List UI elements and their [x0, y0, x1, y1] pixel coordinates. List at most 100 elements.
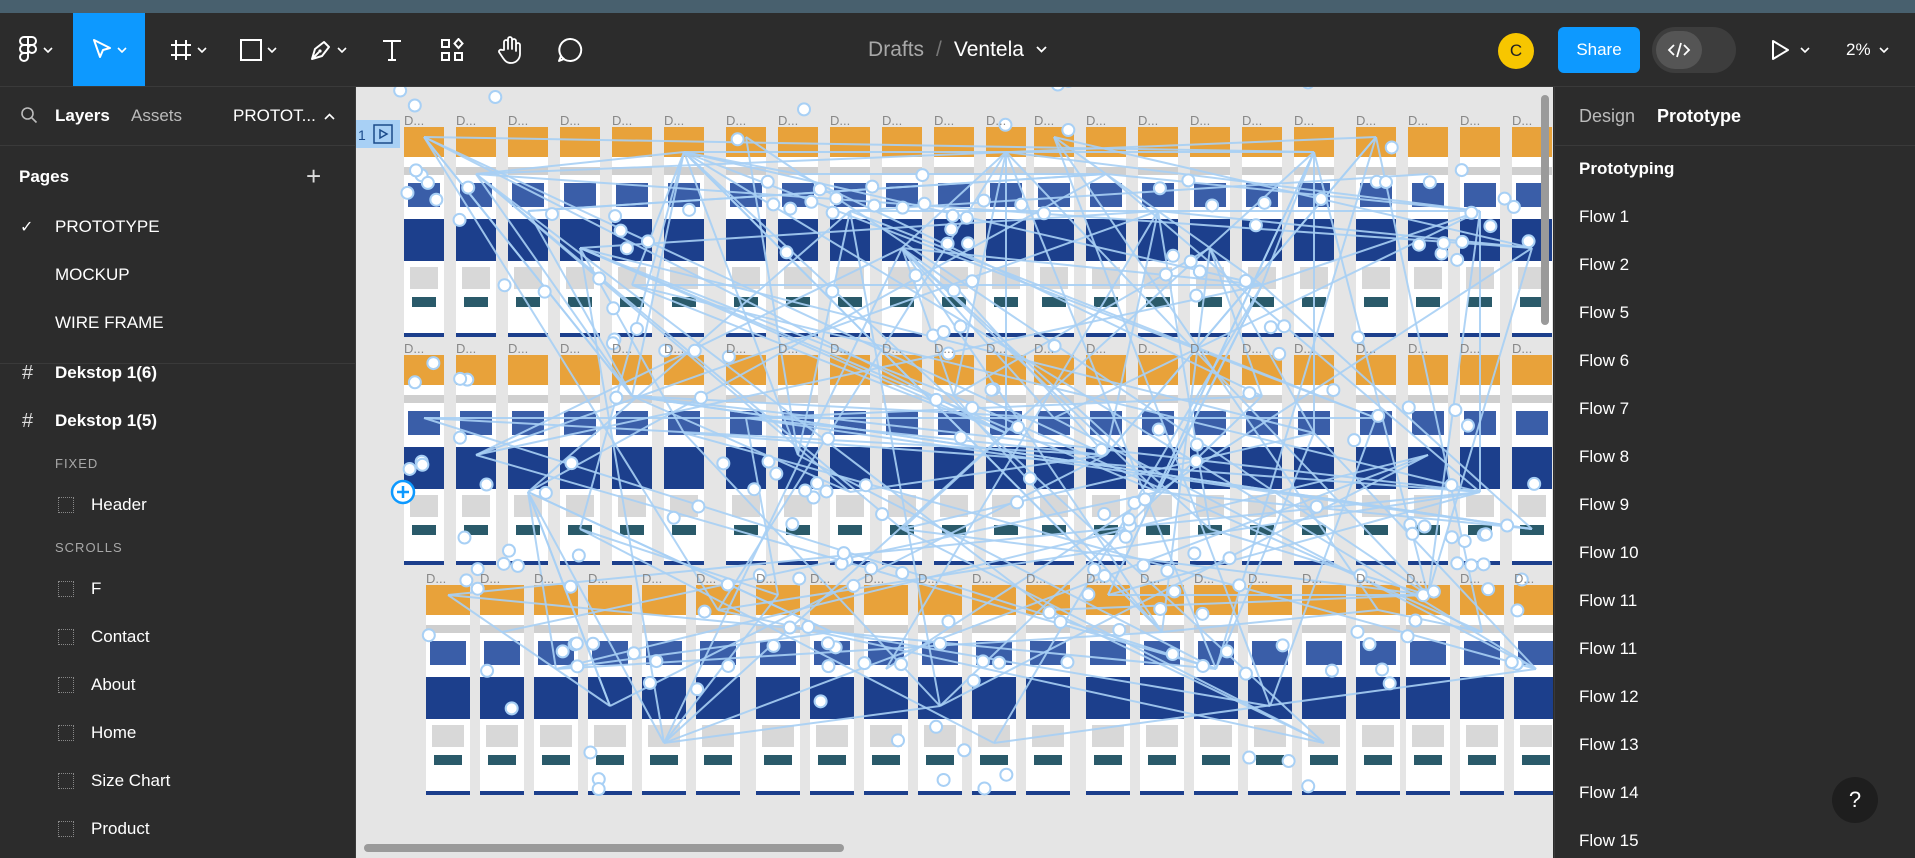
connection-node[interactable] [977, 781, 992, 796]
connection-node[interactable] [1455, 234, 1470, 249]
move-tool-button[interactable] [73, 13, 145, 86]
connection-node[interactable] [1242, 750, 1257, 765]
connection-node[interactable] [1138, 492, 1153, 507]
connection-node[interactable] [1324, 663, 1339, 678]
connection-node[interactable] [1153, 601, 1168, 616]
page-item-mockup[interactable]: MOCKUP [55, 265, 130, 285]
connection-node[interactable] [1384, 140, 1399, 155]
connection-node[interactable] [966, 673, 981, 688]
connection-node[interactable] [415, 457, 430, 472]
connection-node[interactable] [1094, 442, 1109, 457]
connection-node[interactable] [783, 201, 798, 216]
hand-tool-button[interactable] [490, 13, 530, 86]
connection-node[interactable] [1454, 163, 1469, 178]
connection-node[interactable] [1326, 383, 1341, 398]
connection-node[interactable] [1189, 288, 1204, 303]
connection-node[interactable] [510, 558, 525, 573]
connection-node[interactable] [1450, 556, 1465, 571]
connection-node[interactable] [545, 207, 560, 222]
breadcrumb-drafts[interactable]: Drafts [868, 38, 924, 62]
artboard-thumbnail[interactable] [864, 585, 908, 795]
connection-node[interactable] [393, 87, 408, 98]
connection-node[interactable] [497, 278, 512, 293]
connection-node[interactable] [957, 743, 972, 758]
connection-node[interactable] [1450, 252, 1465, 267]
connection-node[interactable] [1417, 519, 1432, 534]
connection-node[interactable] [1195, 658, 1210, 673]
connection-node[interactable] [810, 476, 825, 491]
layer-frame-desktop-6[interactable]: # Dekstop 1(6) [0, 353, 355, 393]
vertical-scrollbar[interactable] [1541, 95, 1549, 325]
connection-node[interactable] [801, 619, 816, 634]
artboard-thumbnail[interactable] [1460, 585, 1504, 795]
connection-node[interactable] [1272, 346, 1287, 361]
connection-node[interactable] [825, 205, 840, 220]
connection-node[interactable] [407, 375, 422, 390]
flow-item[interactable]: Flow 15 [1579, 831, 1639, 851]
connection-node[interactable] [1242, 386, 1257, 401]
connection-node[interactable] [402, 461, 417, 476]
connection-node[interactable] [583, 745, 598, 760]
connection-node[interactable] [976, 193, 991, 208]
connection-node[interactable] [555, 644, 570, 659]
connection-node[interactable] [691, 499, 706, 514]
connection-node[interactable] [459, 573, 474, 588]
connection-node[interactable] [1238, 666, 1253, 681]
connection-node[interactable] [1504, 655, 1519, 670]
connection-node[interactable] [613, 223, 628, 238]
flow-item[interactable]: Flow 2 [1579, 255, 1629, 275]
connection-node[interactable] [649, 654, 664, 669]
connection-node[interactable] [409, 163, 424, 178]
text-tool-button[interactable] [372, 13, 412, 86]
connection-node[interactable] [1195, 606, 1210, 621]
connection-node[interactable] [586, 636, 601, 651]
artboard-thumbnail[interactable] [726, 127, 766, 337]
connection-node[interactable] [965, 400, 980, 415]
connection-node[interactable] [875, 507, 890, 522]
connection-node[interactable] [407, 98, 422, 113]
connection-node[interactable] [940, 236, 955, 251]
connection-node[interactable] [865, 179, 880, 194]
artboard-thumbnail[interactable] [1086, 585, 1130, 795]
connection-node[interactable] [420, 175, 435, 190]
flow-item[interactable]: Flow 11 [1579, 639, 1637, 659]
connection-node[interactable] [1051, 87, 1065, 92]
connection-node[interactable] [917, 196, 932, 211]
artboard-thumbnail[interactable] [972, 585, 1016, 795]
connection-node[interactable] [479, 477, 494, 492]
connection-node[interactable] [825, 284, 840, 299]
dev-mode-toggle[interactable] [1652, 27, 1736, 73]
connection-node[interactable] [687, 343, 702, 358]
connection-node[interactable] [564, 456, 579, 471]
layer-home[interactable]: Home [0, 713, 355, 753]
connection-node[interactable] [1371, 408, 1386, 423]
connection-node[interactable] [766, 638, 781, 653]
connection-node[interactable] [1010, 420, 1025, 435]
connection-node[interactable] [452, 212, 467, 227]
shape-tool-button[interactable] [230, 13, 286, 86]
connection-node[interactable] [504, 701, 519, 716]
connection-node[interactable] [1408, 613, 1423, 628]
connection-node[interactable] [821, 431, 836, 446]
connection-node[interactable] [1401, 400, 1416, 415]
tab-prototype[interactable]: Prototype [1657, 87, 1741, 145]
prototype-connection[interactable] [475, 136, 1377, 175]
connection-node[interactable] [1448, 403, 1463, 418]
artboard-thumbnail[interactable] [1190, 127, 1230, 337]
connection-node[interactable] [1232, 578, 1247, 593]
artboard-thumbnail[interactable] [508, 355, 548, 565]
connection-node[interactable] [480, 663, 495, 678]
connection-node[interactable] [1118, 529, 1133, 544]
artboard-thumbnail[interactable] [1138, 355, 1178, 565]
layer-product[interactable]: Product [0, 809, 355, 849]
connection-node[interactable] [1444, 530, 1459, 545]
connection-node[interactable] [785, 517, 800, 532]
connection-node[interactable] [693, 390, 708, 405]
connection-node[interactable] [1248, 218, 1263, 233]
connection-node[interactable] [1422, 175, 1437, 190]
connection-node[interactable] [929, 392, 944, 407]
connection-node[interactable] [867, 198, 882, 213]
connection-node[interactable] [730, 132, 745, 147]
connection-node[interactable] [999, 767, 1014, 782]
connection-node[interactable] [984, 382, 999, 397]
